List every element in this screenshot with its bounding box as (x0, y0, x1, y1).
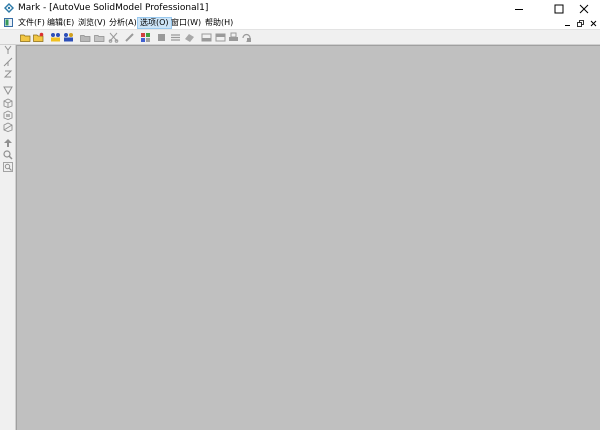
zoom-icon[interactable] (3, 150, 13, 160)
document-icon[interactable] (4, 18, 13, 27)
app-logo-icon (4, 3, 14, 13)
main-toolbar (0, 29, 600, 45)
markup-people-alt-icon[interactable] (63, 32, 74, 43)
menu-file[interactable]: 文件(F) (16, 17, 47, 29)
close-button[interactable] (568, 0, 600, 17)
axis-z-icon[interactable] (3, 69, 13, 79)
cube-alt-icon[interactable] (3, 122, 13, 132)
palette-icon[interactable] (140, 32, 151, 43)
cone-icon[interactable] (3, 85, 13, 95)
mdi-close-icon (590, 20, 596, 26)
scissors-icon[interactable] (108, 32, 119, 43)
menu-bar: 文件(F) 编辑(E) 浏览(V) 分析(A) 选项(O) 窗口(W) 帮助(H… (0, 17, 600, 29)
maximize-icon (554, 4, 564, 13)
folder-gray-icon[interactable] (80, 32, 91, 43)
eraser-icon[interactable] (184, 32, 195, 43)
document-workspace[interactable] (16, 45, 600, 430)
menu-edit[interactable]: 编辑(E) (45, 17, 76, 29)
zoom-window-icon[interactable] (3, 162, 13, 172)
cube-section-icon[interactable] (3, 110, 13, 120)
print-icon[interactable] (228, 32, 239, 43)
open-folder-icon[interactable] (20, 32, 31, 43)
menu-options[interactable]: 选项(O) (137, 17, 172, 29)
menu-view[interactable]: 浏览(V) (76, 17, 108, 29)
minimize-icon (515, 8, 523, 10)
open-folder-star-icon[interactable] (33, 32, 44, 43)
pencil-icon[interactable] (124, 32, 135, 43)
rotate-icon[interactable] (241, 32, 252, 43)
mdi-minimize-button[interactable] (562, 18, 572, 28)
markup-people-icon[interactable] (50, 32, 61, 43)
folder-gray-alt-icon[interactable] (94, 32, 105, 43)
axis-xy-icon[interactable] (3, 57, 13, 67)
title-bar[interactable]: Mark - [AutoVue SolidModel Professional1… (0, 0, 600, 17)
axis-y-icon[interactable] (3, 45, 13, 55)
menu-window[interactable]: 窗口(W) (169, 17, 203, 29)
mdi-restore-icon (576, 19, 584, 27)
layers-icon[interactable] (170, 32, 181, 43)
panel-icon[interactable] (156, 32, 167, 43)
arrow-up-icon[interactable] (3, 138, 13, 148)
close-icon (579, 4, 589, 13)
window-title: Mark - [AutoVue SolidModel Professional1… (18, 3, 209, 13)
mdi-restore-button[interactable] (575, 18, 585, 28)
left-toolbar (0, 45, 16, 430)
frame-alt-icon[interactable] (215, 32, 226, 43)
menu-analyze[interactable]: 分析(A) (107, 17, 139, 29)
minimize-button[interactable] (503, 0, 535, 17)
cube-icon[interactable] (3, 98, 13, 108)
mdi-close-button[interactable] (588, 18, 598, 28)
frame-icon[interactable] (201, 32, 212, 43)
mdi-minimize-icon (564, 24, 570, 26)
menu-help[interactable]: 帮助(H) (203, 17, 235, 29)
